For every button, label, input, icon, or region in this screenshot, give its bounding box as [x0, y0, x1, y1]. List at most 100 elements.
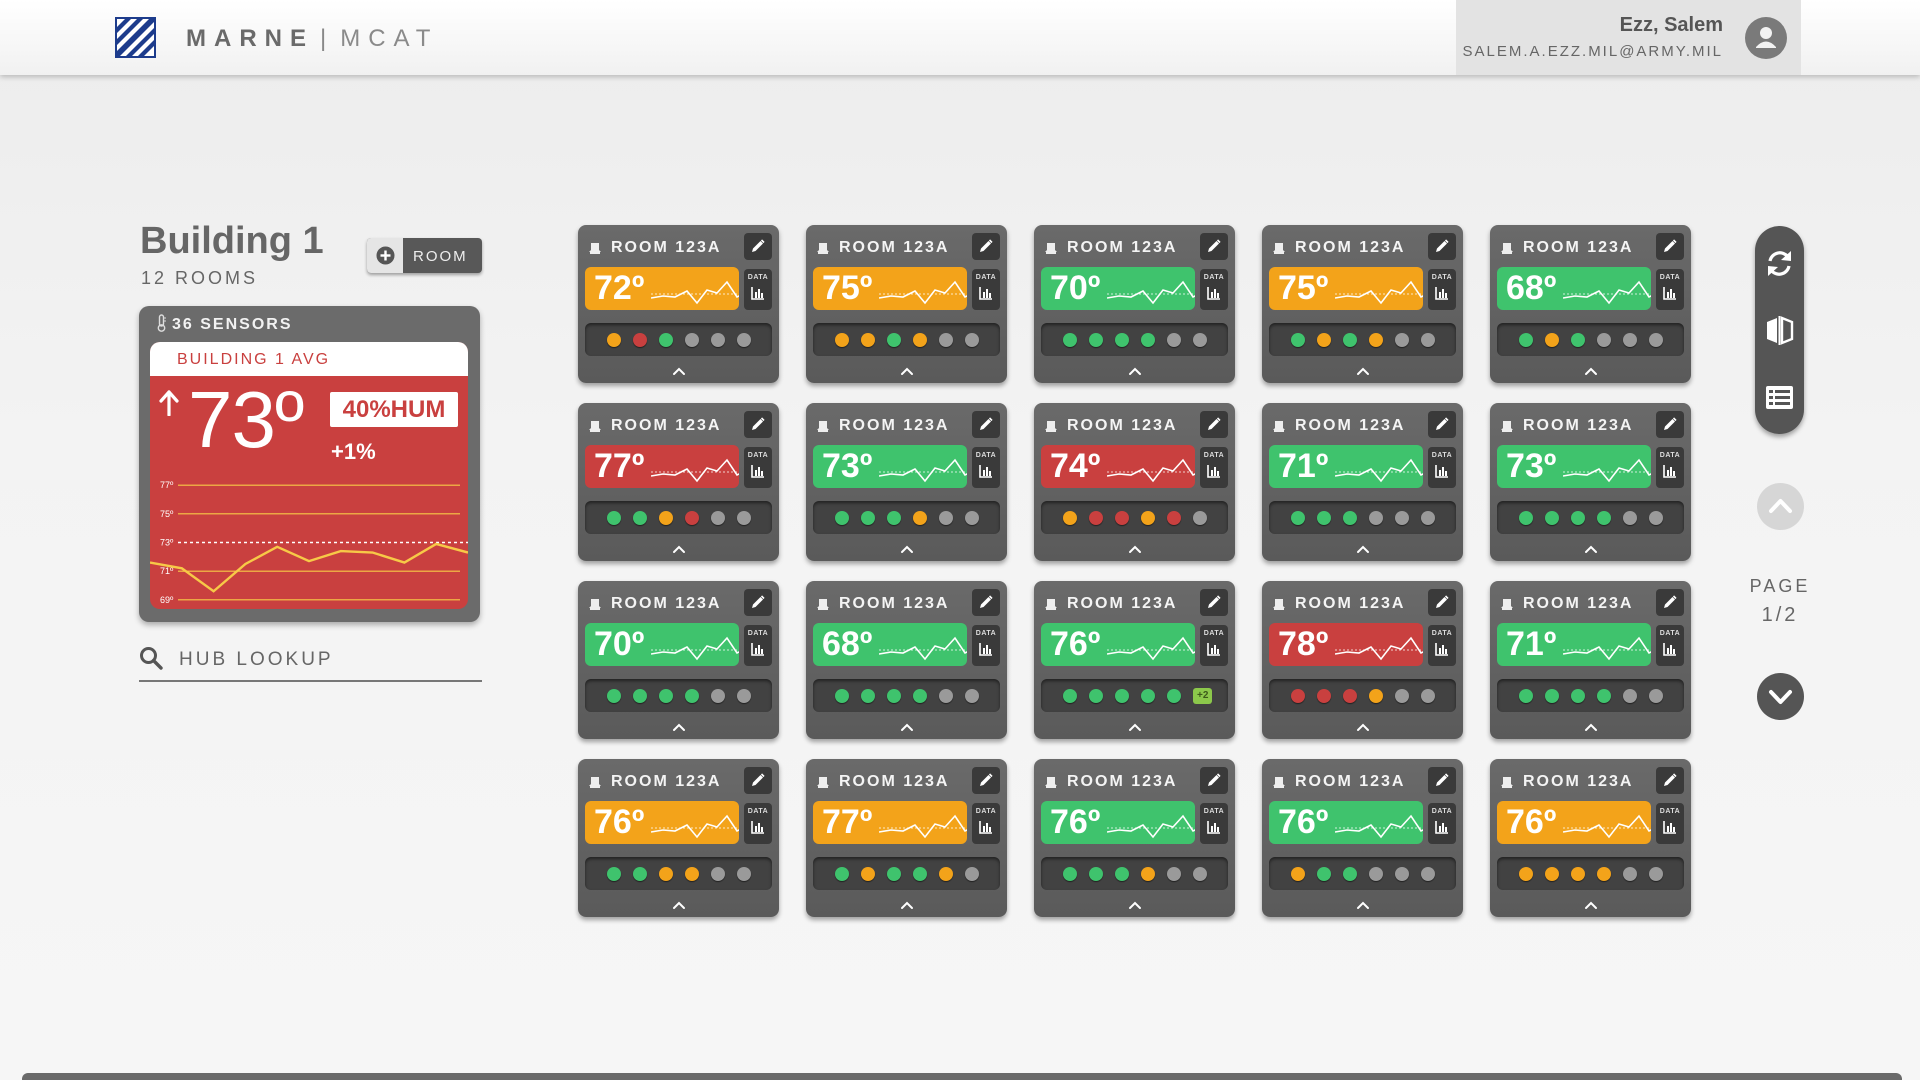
sensor-status-dot[interactable] [1395, 511, 1409, 525]
sensor-status-dot[interactable] [965, 333, 979, 347]
room-card[interactable]: ROOM 123A 68º DATA [806, 581, 1007, 739]
room-data-button[interactable]: DATA [1656, 447, 1684, 488]
sensor-status-dot[interactable] [659, 511, 673, 525]
sensor-status-dot[interactable] [737, 867, 751, 881]
sensor-status-dot[interactable] [1193, 511, 1207, 525]
sensor-status-dot[interactable] [1193, 867, 1207, 881]
sensor-status-dot[interactable] [1291, 689, 1305, 703]
room-data-button[interactable]: DATA [1656, 625, 1684, 666]
sensor-status-dot[interactable] [1343, 333, 1357, 347]
room-data-button[interactable]: DATA [1200, 625, 1228, 666]
edit-room-button[interactable] [972, 589, 1000, 616]
room-data-button[interactable]: DATA [1656, 803, 1684, 844]
user-avatar-icon[interactable] [1745, 17, 1787, 59]
edit-room-button[interactable] [972, 411, 1000, 438]
sensor-status-dot[interactable] [861, 333, 875, 347]
sensor-status-dot[interactable] [1597, 511, 1611, 525]
sensor-status-dot[interactable] [1063, 511, 1077, 525]
room-card[interactable]: ROOM 123A 75º DATA [806, 225, 1007, 383]
room-card[interactable]: ROOM 123A 78º DATA [1262, 581, 1463, 739]
sensor-status-dot[interactable] [913, 689, 927, 703]
sensor-status-dot[interactable] [1519, 867, 1533, 881]
marne-logo-icon[interactable] [115, 17, 156, 58]
sensor-status-dot[interactable] [1141, 333, 1155, 347]
chevron-up-icon[interactable] [1354, 720, 1372, 734]
sensor-status-dot[interactable] [861, 511, 875, 525]
edit-room-button[interactable] [744, 411, 772, 438]
sensor-status-dot[interactable] [887, 511, 901, 525]
sensor-status-dot[interactable] [685, 511, 699, 525]
sensor-status-dot[interactable] [835, 511, 849, 525]
sensor-status-dot[interactable] [1623, 333, 1637, 347]
room-data-button[interactable]: DATA [972, 803, 1000, 844]
room-data-button[interactable]: DATA [1200, 269, 1228, 310]
chevron-up-icon[interactable] [1582, 898, 1600, 912]
sensor-status-dot[interactable] [1571, 867, 1585, 881]
edit-room-button[interactable] [744, 589, 772, 616]
sensor-status-dot[interactable] [939, 689, 953, 703]
room-data-button[interactable]: DATA [972, 269, 1000, 310]
edit-room-button[interactable] [744, 767, 772, 794]
sensor-status-dot[interactable] [965, 689, 979, 703]
sensor-status-dot[interactable] [1343, 689, 1357, 703]
chevron-up-icon[interactable] [1354, 542, 1372, 556]
edit-room-button[interactable] [1428, 233, 1456, 260]
room-card[interactable]: ROOM 123A 76º DATA [1490, 759, 1691, 917]
sensor-status-dot[interactable] [1597, 689, 1611, 703]
sensor-status-dot[interactable] [1167, 689, 1181, 703]
sensor-status-dot[interactable] [1545, 333, 1559, 347]
sensor-status-dot[interactable] [1063, 333, 1077, 347]
sensor-status-dot[interactable] [835, 689, 849, 703]
sensor-status-dot[interactable] [1545, 689, 1559, 703]
room-data-button[interactable]: DATA [1200, 447, 1228, 488]
sensor-status-dot[interactable] [711, 511, 725, 525]
sensor-status-dot[interactable] [1649, 333, 1663, 347]
sensor-status-dot[interactable] [1395, 333, 1409, 347]
sensor-status-dot[interactable] [1089, 333, 1103, 347]
sensor-status-dot[interactable] [939, 333, 953, 347]
chevron-up-icon[interactable] [670, 720, 688, 734]
room-card[interactable]: ROOM 123A 70º DATA [1034, 225, 1235, 383]
sensor-status-dot[interactable] [1317, 689, 1331, 703]
page-up-button[interactable] [1757, 483, 1804, 530]
sensor-status-dot[interactable] [1369, 867, 1383, 881]
sensor-status-dot[interactable] [633, 511, 647, 525]
room-card[interactable]: ROOM 123A 70º DATA [578, 581, 779, 739]
chevron-up-icon[interactable] [1354, 898, 1372, 912]
sensor-status-dot[interactable] [711, 689, 725, 703]
chevron-up-icon[interactable] [1126, 542, 1144, 556]
room-data-button[interactable]: DATA [1428, 803, 1456, 844]
sensor-status-dot[interactable] [861, 867, 875, 881]
room-data-button[interactable]: DATA [972, 625, 1000, 666]
sensor-status-dot[interactable] [1395, 867, 1409, 881]
sensor-status-dot[interactable] [965, 867, 979, 881]
room-card[interactable]: ROOM 123A 71º DATA [1262, 403, 1463, 561]
sensor-status-dot[interactable] [1317, 333, 1331, 347]
sensor-status-dot[interactable] [939, 511, 953, 525]
sensor-status-dot[interactable] [1343, 867, 1357, 881]
chevron-up-icon[interactable] [1354, 364, 1372, 378]
chevron-up-icon[interactable] [898, 898, 916, 912]
sensor-status-dot[interactable] [1597, 333, 1611, 347]
sensor-status-dot[interactable] [1369, 689, 1383, 703]
sensor-status-dot[interactable] [1545, 511, 1559, 525]
sensor-status-dot[interactable] [1421, 689, 1435, 703]
sensor-status-dot[interactable] [685, 867, 699, 881]
sensor-status-dot[interactable] [737, 333, 751, 347]
sensor-status-dot[interactable] [685, 689, 699, 703]
sensor-status-dot[interactable] [965, 511, 979, 525]
chevron-up-icon[interactable] [898, 720, 916, 734]
edit-room-button[interactable] [1656, 233, 1684, 260]
sensor-status-dot[interactable] [1649, 689, 1663, 703]
sensor-status-dot[interactable] [737, 689, 751, 703]
sensor-status-dot[interactable] [607, 333, 621, 347]
room-card[interactable]: ROOM 123A 76º DATA [1262, 759, 1463, 917]
sensor-status-dot[interactable] [1395, 689, 1409, 703]
room-card[interactable]: ROOM 123A 76º DATA +2 [1034, 581, 1235, 739]
sensor-status-dot[interactable] [1115, 689, 1129, 703]
sensor-status-dot[interactable] [1623, 511, 1637, 525]
edit-room-button[interactable] [972, 233, 1000, 260]
sensor-status-dot[interactable] [1193, 333, 1207, 347]
sensor-status-dot[interactable] [659, 333, 673, 347]
sensor-status-dot[interactable] [1369, 511, 1383, 525]
